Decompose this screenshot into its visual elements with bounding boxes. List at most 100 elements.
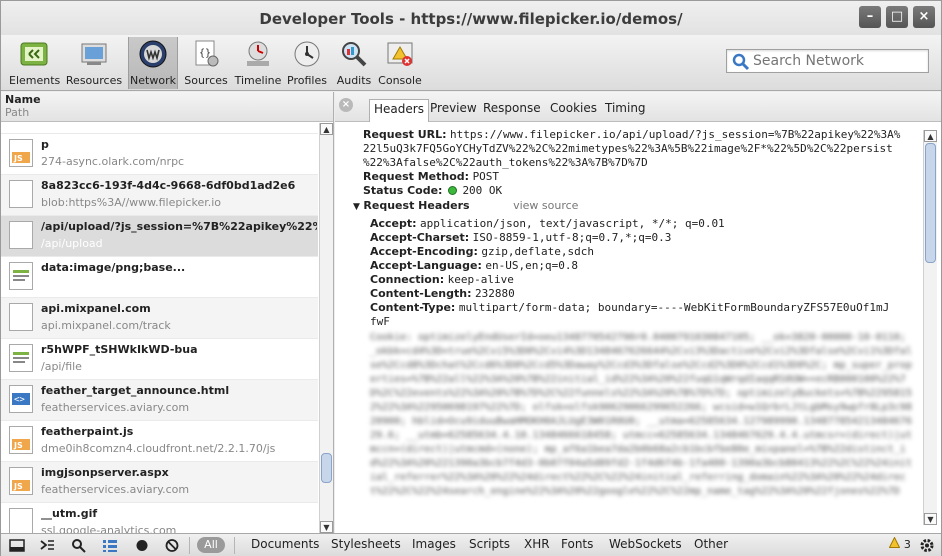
list-item[interactable]: __utm.gif ssl.google-analytics.com	[1, 503, 318, 533]
filter-websockets[interactable]: WebSockets	[609, 537, 682, 551]
list-item-partial	[1, 123, 318, 134]
request-name: data:image/png;base...	[41, 261, 186, 274]
header-value: application/json, text/javascript, */*; …	[420, 217, 725, 230]
network-icon	[138, 39, 168, 69]
list-header[interactable]: Name Path	[1, 92, 333, 122]
request-path: featherservices.aviary.com	[41, 401, 190, 414]
request-details-pane: × Headers Preview Response Cookies Timin…	[335, 92, 941, 533]
audits-icon	[339, 39, 369, 69]
filter-fonts[interactable]: Fonts	[561, 537, 593, 551]
scroll-up-arrow[interactable]: ▲	[320, 123, 333, 135]
request-headers-section[interactable]: ▼ Request Headers view source	[353, 199, 923, 214]
list-item[interactable]: r5hWPF_tSHWkIkWD-bua /api/file	[1, 339, 318, 380]
search-network-box[interactable]	[726, 49, 929, 73]
request-path: 274-async.olark.com/nrpc	[41, 155, 185, 168]
list-item[interactable]: data:image/png;base...	[1, 257, 318, 298]
tool-audits-label: Audits	[336, 74, 372, 87]
header-row: Content-Length: 232880	[370, 287, 923, 301]
large-rows-icon[interactable]	[102, 538, 118, 553]
column-name-header[interactable]: Name	[5, 93, 329, 106]
scroll-down-arrow[interactable]: ▼	[320, 521, 333, 533]
header-row: Accept-Encoding: gzip,deflate,sdch	[370, 245, 923, 259]
scroll-thumb[interactable]	[321, 453, 332, 483]
tool-sources[interactable]: {} Sources	[181, 37, 231, 89]
tab-cookies[interactable]: Cookies	[550, 101, 597, 115]
tool-console[interactable]: Console	[377, 37, 423, 89]
scroll-thumb[interactable]	[925, 143, 936, 263]
details-scrollbar[interactable]: ▲ ▼	[923, 130, 937, 525]
filter-documents[interactable]: Documents	[251, 537, 319, 551]
request-name: 8a823cc6-193f-4d4c-9668-6df0bd1ad2e6	[41, 179, 296, 192]
disclosure-triangle-icon[interactable]: ▼	[353, 202, 360, 212]
header-value: multipart/form-data; boundary=----WebKit…	[458, 301, 890, 314]
tool-timeline[interactable]: Timeline	[233, 37, 283, 89]
request-method-label: Request Method:	[363, 170, 470, 183]
tool-profiles[interactable]: Profiles	[284, 37, 330, 89]
minimize-button[interactable]: –	[859, 6, 881, 28]
request-path: api.mixpanel.com/track	[41, 319, 171, 332]
header-value: keep-alive	[447, 273, 514, 286]
status-code-value: 200 OK	[462, 184, 503, 197]
filter-other[interactable]: Other	[694, 537, 728, 551]
request-path: dme0ih8comzn4.cloudfront.net/2.2.1.70/js	[41, 442, 276, 455]
window-title: Developer Tools - https://www.filepicker…	[259, 10, 683, 28]
view-source-link[interactable]: view source	[513, 199, 578, 212]
header-value: en-US,en;q=0.8	[485, 259, 579, 272]
search-icon[interactable]	[71, 538, 87, 553]
header-key: Content-Length:	[370, 287, 472, 300]
file-icon	[9, 180, 33, 208]
tab-timing[interactable]: Timing	[605, 101, 646, 115]
header-row: Connection: keep-alive	[370, 273, 923, 287]
js-file-icon: JS	[9, 426, 33, 454]
svg-text:JS: JS	[13, 482, 23, 491]
request-name: imgjsonpserver.aspx	[41, 466, 169, 479]
gear-icon[interactable]	[919, 538, 935, 553]
divider	[234, 537, 235, 554]
profiles-icon	[292, 39, 322, 69]
filter-all[interactable]: All	[197, 537, 225, 553]
clear-icon[interactable]	[164, 538, 180, 553]
tab-response[interactable]: Response	[483, 101, 541, 115]
tab-headers[interactable]: Headers	[369, 99, 429, 122]
warning-counter[interactable]: 3	[888, 536, 911, 551]
tool-resources-label: Resources	[65, 74, 123, 87]
scroll-up-arrow[interactable]: ▲	[924, 130, 937, 142]
list-item[interactable]: JS p 274-async.olark.com/nrpc	[1, 134, 318, 175]
list-item[interactable]: <> feather_target_announce.html feathers…	[1, 380, 318, 421]
list-scrollbar[interactable]: ▲ ▼	[319, 123, 333, 533]
close-details-icon[interactable]: ×	[339, 98, 353, 112]
tool-network[interactable]: Network	[128, 37, 178, 89]
list-item-selected[interactable]: /api/upload/?js_session=%7B%22apikey%22%…	[1, 216, 318, 257]
header-row: Accept-Language: en-US,en;q=0.8	[370, 259, 923, 273]
scroll-down-arrow[interactable]: ▼	[924, 513, 937, 525]
title-bar: Developer Tools - https://www.filepicker…	[1, 1, 941, 35]
request-url-value-line: %22%3Afalse%2C%22auth_tokens%22%3A%7B%7D…	[363, 156, 648, 169]
tool-resources[interactable]: Resources	[63, 37, 125, 89]
tab-preview[interactable]: Preview	[430, 101, 477, 115]
filter-stylesheets[interactable]: Stylesheets	[331, 537, 401, 551]
list-item[interactable]: api.mixpanel.com api.mixpanel.com/track	[1, 298, 318, 339]
record-icon[interactable]	[134, 538, 150, 553]
dock-icon[interactable]	[9, 538, 25, 553]
filter-scripts[interactable]: Scripts	[469, 537, 510, 551]
console-drawer-icon[interactable]	[39, 538, 55, 553]
tool-audits[interactable]: Audits	[333, 37, 375, 89]
close-window-button[interactable]: ×	[913, 6, 935, 28]
maximize-button[interactable]: □	[886, 6, 908, 28]
list-item[interactable]: JS imgjsonpserver.aspx featherservices.a…	[1, 462, 318, 503]
request-headers-title: Request Headers	[363, 199, 470, 212]
list-item[interactable]: 8a823cc6-193f-4d4c-9668-6df0bd1ad2e6 blo…	[1, 175, 318, 216]
request-name: p	[41, 138, 49, 151]
request-name: __utm.gif	[41, 507, 98, 520]
search-input[interactable]	[753, 51, 923, 71]
header-key: Accept-Encoding:	[370, 245, 478, 258]
tool-elements[interactable]: Elements	[9, 37, 60, 89]
status-bar: All Documents Stylesheets Images Scripts…	[1, 533, 941, 556]
svg-text:JS: JS	[13, 154, 23, 163]
request-path: blob:https%3A//www.filepicker.io	[41, 196, 222, 209]
tool-profiles-label: Profiles	[287, 74, 327, 87]
header-row: Accept: application/json, text/javascrip…	[370, 217, 923, 231]
filter-images[interactable]: Images	[412, 537, 456, 551]
filter-xhr[interactable]: XHR	[524, 537, 550, 551]
list-item[interactable]: JS featherpaint.js dme0ih8comzn4.cloudfr…	[1, 421, 318, 462]
